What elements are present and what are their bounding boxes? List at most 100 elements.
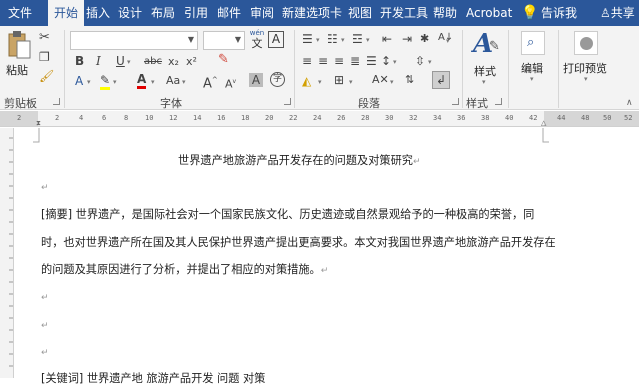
bullets-icon[interactable]: ☰ (302, 32, 313, 46)
chevron-down-icon[interactable]: ▾ (127, 55, 131, 69)
paragraph-launcher-icon[interactable] (452, 98, 459, 105)
line-spacing-icon[interactable]: ↕ (381, 54, 391, 68)
tab-mailings[interactable]: 邮件 (217, 0, 241, 26)
show-marks-icon[interactable]: ↲ (432, 71, 450, 89)
align-right-icon[interactable]: ≡ (334, 54, 344, 68)
font-size-combobox[interactable]: ▼ (203, 31, 245, 50)
change-case-icon[interactable]: Aa (166, 74, 180, 88)
italic-icon[interactable]: I (96, 54, 101, 68)
chevron-down-icon[interactable]: ▾ (349, 75, 353, 89)
chevron-down-icon[interactable]: ▾ (113, 75, 117, 89)
right-indent-marker-icon[interactable]: △ (541, 119, 546, 127)
editing-button[interactable]: ⌕ 编辑 ▾ (514, 29, 554, 91)
horizontal-ruler[interactable]: 2 2 4 6 8 10 12 14 16 18 20 22 24 26 28 … (0, 111, 639, 127)
ruler-tick: 50 (603, 114, 612, 122)
tab-file[interactable]: 文件 (8, 0, 32, 26)
chinese-layout-icon[interactable]: ✱ (420, 32, 429, 46)
chevron-down-icon[interactable]: ▾ (366, 33, 370, 47)
distributed-icon[interactable]: ☰ (366, 54, 377, 68)
ruler-tick: 14 (193, 114, 202, 122)
paragraph-mark: ↵ (41, 183, 49, 193)
chevron-down-icon[interactable]: ▾ (428, 55, 432, 69)
tab-help[interactable]: 帮助 (433, 0, 457, 26)
ruler-tick: 52 (624, 114, 633, 122)
shading-icon[interactable]: ◭ (302, 74, 311, 88)
strikethrough-icon[interactable]: abc (144, 55, 162, 69)
tab-references[interactable]: 引用 (184, 0, 208, 26)
separator (294, 30, 295, 108)
styles-button[interactable]: A ✎ 样式 ▾ (467, 29, 505, 91)
tab-insert[interactable]: 插入 (86, 0, 110, 26)
chevron-down-icon: ▾ (482, 78, 486, 86)
chevron-down-icon[interactable]: ▾ (393, 55, 397, 69)
superscript-icon[interactable]: x² (186, 55, 197, 69)
chevron-down-icon[interactable]: ▾ (316, 33, 320, 47)
borders-icon[interactable]: ⊞ (334, 73, 344, 87)
chevron-down-icon: ▼ (234, 35, 241, 44)
tell-me-search[interactable]: 告诉我 (541, 0, 577, 26)
chevron-down-icon[interactable]: ▾ (341, 33, 345, 47)
format-painter-icon[interactable]: 🖌 (39, 69, 54, 83)
chevron-down-icon[interactable]: ▾ (318, 75, 322, 89)
print-preview-button[interactable]: 打印预览 ▾ (562, 29, 614, 91)
collapse-ribbon-icon[interactable]: ∧ (626, 96, 633, 110)
ruler-tick: 40 (505, 114, 514, 122)
chevron-down-icon[interactable]: ▾ (87, 75, 91, 89)
styles-launcher-icon[interactable] (495, 98, 502, 105)
subscript-icon[interactable]: x₂ (168, 55, 179, 69)
abstract-line-3: 的问题及其原因进行了分析，并提出了相应的对策措施。↵ (41, 263, 329, 276)
sort-az-icon[interactable]: ⇅ (405, 73, 414, 87)
ruler-tick: 4 (79, 114, 84, 122)
font-launcher-icon[interactable] (284, 98, 291, 105)
underline-icon[interactable]: U (116, 54, 125, 68)
enclose-characters-icon[interactable]: 字 (270, 72, 285, 87)
shrink-font-icon[interactable]: Av (225, 75, 236, 92)
vertical-ruler[interactable] (0, 128, 14, 378)
multilevel-list-icon[interactable]: ☲ (352, 32, 363, 46)
bold-icon[interactable]: B (75, 54, 84, 68)
asian-typography-icon[interactable]: A✕ (372, 73, 389, 87)
clear-formatting-icon[interactable]: ✎ (218, 53, 229, 67)
tab-new[interactable]: 新建选项卡 (282, 0, 342, 26)
indent-marker-icon[interactable]: ⧗ (36, 119, 41, 128)
character-border-button[interactable]: A (268, 31, 284, 48)
paste-icon (8, 31, 31, 59)
cut-icon[interactable]: ✂ (39, 31, 50, 45)
highlight-icon[interactable]: ✎ (100, 73, 111, 90)
tab-acrobat[interactable]: Acrobat (466, 0, 512, 26)
decrease-indent-icon[interactable]: ⇤ (382, 32, 392, 46)
paragraph-spacing-icon[interactable]: ⇳ (415, 54, 425, 68)
ruler-tick: 38 (481, 114, 490, 122)
tab-developer[interactable]: 开发工具 (380, 0, 428, 26)
tab-layout[interactable]: 布局 (151, 0, 175, 26)
phonetic-guide-button[interactable]: wén 文 (249, 29, 265, 51)
chevron-down-icon[interactable]: ▾ (151, 75, 155, 89)
align-left-icon[interactable]: ≡ (302, 54, 312, 68)
increase-indent-icon[interactable]: ⇥ (402, 32, 412, 46)
tab-home[interactable]: 开始 (48, 0, 85, 26)
text-effects-icon[interactable]: A (75, 74, 83, 88)
paste-button[interactable]: 粘贴 (4, 30, 34, 78)
paragraph-mark: ↵ (320, 266, 329, 276)
numbering-icon[interactable]: ☷ (327, 32, 338, 46)
print-preview-icon (580, 37, 593, 50)
tab-view[interactable]: 视图 (348, 0, 372, 26)
ruler-tick: 20 (265, 114, 274, 122)
tab-design[interactable]: 设计 (118, 0, 142, 26)
ruler-tick: 16 (217, 114, 226, 122)
share-button[interactable]: ♙共享 (600, 0, 635, 26)
chevron-down-icon[interactable]: ▾ (446, 34, 450, 48)
ruler-tick: 12 (169, 114, 178, 122)
character-shading-icon[interactable]: A (249, 73, 263, 87)
clipboard-launcher-icon[interactable] (53, 98, 60, 105)
justify-icon[interactable]: ≣ (350, 54, 360, 68)
chevron-down-icon[interactable]: ▾ (390, 75, 394, 89)
tab-review[interactable]: 审阅 (250, 0, 274, 26)
font-color-icon[interactable]: A (137, 72, 147, 89)
copy-icon[interactable]: ❐ (39, 50, 50, 64)
chevron-down-icon[interactable]: ▾ (182, 75, 186, 89)
document-page[interactable]: 世界遗产地旅游产品开发存在的问题及对策研究↵ ↵ [摘要] 世界遗产，是国际社会… (15, 128, 639, 385)
align-center-icon[interactable]: ≡ (318, 54, 328, 68)
grow-font-icon[interactable]: A^ (203, 73, 218, 91)
font-name-combobox[interactable]: ▼ (70, 31, 198, 50)
